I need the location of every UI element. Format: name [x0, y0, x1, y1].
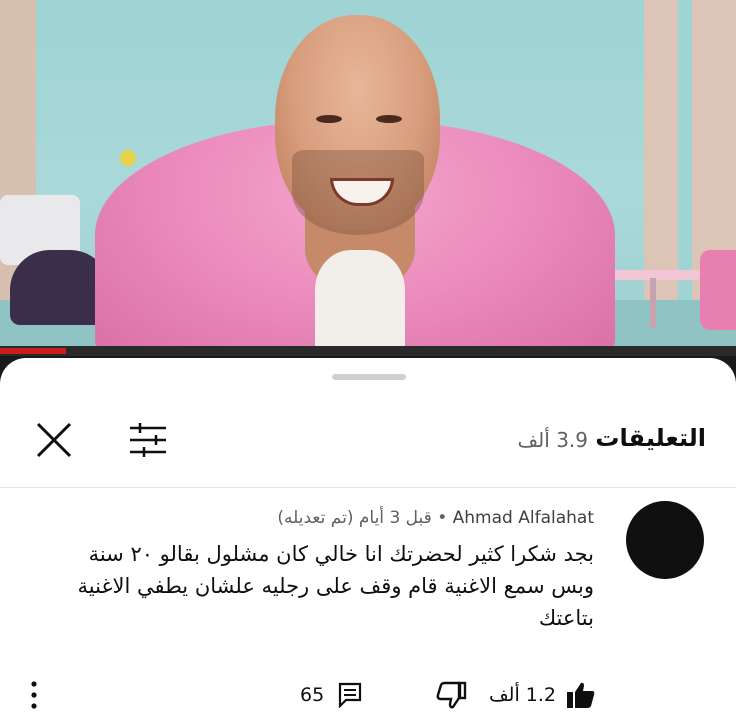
more-vertical-icon	[31, 681, 37, 709]
sliders-icon	[130, 423, 166, 457]
like-button[interactable]: 1.2 ألف	[489, 680, 596, 710]
drag-handle[interactable]	[332, 374, 406, 380]
sort-filter-button[interactable]	[126, 420, 170, 460]
eye	[376, 115, 402, 123]
more-options-button[interactable]	[24, 678, 44, 712]
close-icon	[36, 422, 72, 458]
thumbs-up-icon	[567, 682, 595, 708]
progress-bar-fill	[0, 348, 67, 354]
comment-icon	[339, 682, 362, 708]
avatar[interactable]	[626, 501, 704, 579]
side-table-leg	[650, 278, 656, 328]
eye	[316, 115, 342, 123]
comments-count: 3.9 ألف	[517, 428, 588, 452]
comment-author[interactable]: Ahmad Alfalahat	[453, 508, 594, 528]
flower	[120, 150, 136, 166]
pink-chair	[700, 250, 736, 330]
white-shirt	[315, 250, 405, 346]
comment-text: بجد شكرا كثير لحضرتك انا خالي كان مشلول …	[24, 538, 594, 634]
comment-line: بتاعتك	[538, 606, 594, 630]
progress-bar[interactable]	[0, 346, 736, 356]
comment-time: قبل 3 أيام	[358, 508, 432, 528]
replies-button[interactable]: 65	[300, 680, 362, 710]
edited-label: (تم تعديله)	[277, 508, 354, 528]
close-button[interactable]	[34, 420, 74, 460]
thumbs-down-icon	[436, 681, 467, 709]
reply-count: 65	[300, 684, 325, 706]
dislike-button[interactable]	[434, 680, 470, 710]
comment-meta: Ahmad Alfalahat • قبل 3 أيام (تم تعديله)	[277, 508, 594, 528]
meta-separator: •	[437, 508, 448, 528]
comment-actions: 1.2 ألف 65	[0, 676, 736, 716]
comment-line: بجد شكرا كثير لحضرتك انا خالي كان مشلول …	[88, 542, 594, 566]
comment-line: وبس سمع الاغنية قام وقف على رجليه علشان …	[77, 574, 594, 598]
video-player[interactable]	[0, 0, 736, 346]
like-count: 1.2 ألف	[489, 684, 556, 706]
divider	[0, 487, 736, 488]
comments-sheet: التعليقات 3.9 ألف Ahmad Alfalahat • قبل …	[0, 358, 736, 728]
comments-title: التعليقات	[595, 424, 706, 452]
